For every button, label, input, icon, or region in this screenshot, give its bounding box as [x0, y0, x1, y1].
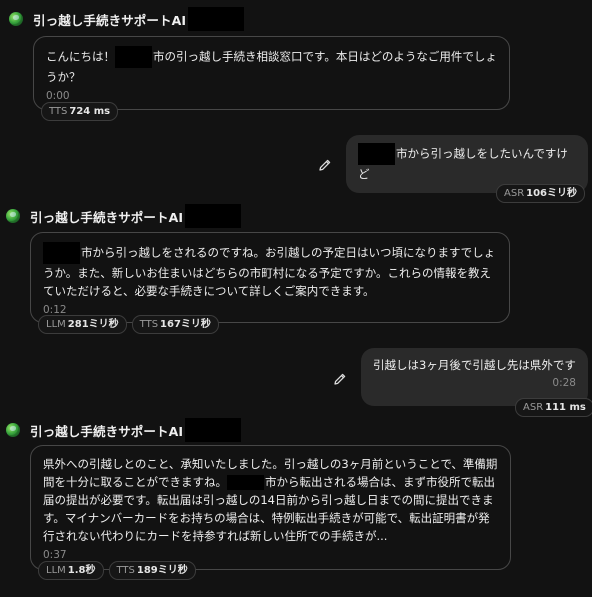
- agent-header: 引っ越し手続きサポートAI: [6, 204, 242, 228]
- message-text: 引越しは3ヶ月後で引越し先は県外です: [373, 358, 576, 372]
- pencil-icon[interactable]: [318, 158, 332, 172]
- redacted-block: [43, 242, 80, 264]
- ai-message-bubble: 市から引っ越しをされるのですね。お引越しの予定日はいつ頃になりますでしょうか。ま…: [30, 232, 510, 323]
- redacted-block: [115, 46, 152, 68]
- metric-chip: TTS 167ミリ秒: [131, 315, 219, 334]
- metric-chips: TTS 724 ms: [41, 102, 119, 121]
- agent-name: 引っ越し手続きサポートAI: [30, 423, 184, 439]
- metric-chip: TTS 189ミリ秒: [108, 561, 196, 580]
- redacted-block: [185, 418, 242, 442]
- agent-name: 引っ越し手続きサポートAI: [30, 209, 184, 225]
- pencil-icon[interactable]: [333, 372, 347, 386]
- agent-name: 引っ越し手続きサポートAI: [33, 12, 187, 28]
- redacted-block: [188, 7, 245, 31]
- redacted-block: [185, 204, 242, 228]
- message-text: 市から引っ越しをしたいんですけど: [358, 143, 576, 183]
- metric-chip: LLM 1.8秒: [38, 561, 104, 580]
- metric-chips: LLM 281ミリ秒 TTS 167ミリ秒: [38, 315, 219, 334]
- agent-header: 引っ越し手続きサポートAI: [9, 7, 245, 31]
- globe-icon: [9, 12, 23, 26]
- ai-message-bubble: こんにちは！ 市の引っ越し手続き相談窓口です。本日はどのようなご用件でしょうか？ …: [33, 36, 510, 110]
- metric-chip: ASR 106ミリ秒: [496, 184, 586, 203]
- message-timestamp: 0:37: [43, 549, 67, 561]
- globe-icon: [6, 423, 20, 437]
- redacted-block: [358, 143, 395, 165]
- redacted-block: [227, 475, 264, 490]
- globe-icon: [6, 209, 20, 223]
- agent-header: 引っ越し手続きサポートAI: [6, 418, 242, 442]
- message-text: こんにちは！ 市の引っ越し手続き相談窓口です。本日はどのようなご用件でしょうか？: [46, 46, 497, 86]
- message-text: 市から引っ越しをされるのですね。お引越しの予定日はいつ頃になりますでしょうか。ま…: [43, 242, 497, 300]
- message-timestamp: 0:28: [552, 377, 576, 389]
- metric-chip: LLM 281ミリ秒: [38, 315, 127, 334]
- metric-chips: ASR 111 ms: [515, 398, 592, 417]
- message-text: 県外への引越しとのこと、承知いたしました。引っ越しの3ヶ月前ということで、準備期…: [43, 457, 498, 543]
- ai-message-bubble: 県外への引越しとのこと、承知いたしました。引っ越しの3ヶ月前ということで、準備期…: [30, 445, 511, 570]
- metric-chips: LLM 1.8秒 TTS 189ミリ秒: [38, 561, 196, 580]
- metric-chip: TTS 724 ms: [41, 102, 119, 121]
- metric-chip: ASR 111 ms: [515, 398, 592, 417]
- metric-chips: ASR 106ミリ秒: [496, 184, 586, 203]
- message-timestamp: 0:00: [46, 90, 70, 102]
